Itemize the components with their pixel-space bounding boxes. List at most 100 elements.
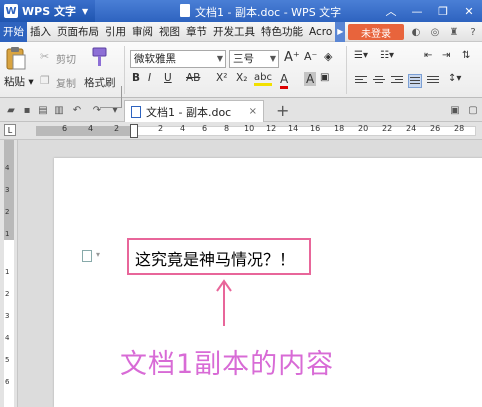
- paste-icon[interactable]: [6, 46, 26, 70]
- menu-item-developer[interactable]: 开发工具: [210, 22, 258, 42]
- close-button[interactable]: ✕: [456, 0, 482, 22]
- line-spacing-icon[interactable]: ↕▾: [448, 73, 461, 84]
- align-center-icon[interactable]: [372, 74, 386, 88]
- underline-button[interactable]: U: [164, 72, 172, 84]
- clear-format-icon[interactable]: ◈: [324, 50, 332, 63]
- wps-logo-icon: W: [4, 4, 18, 18]
- ruler-number: 6: [62, 124, 68, 133]
- align-left-icon[interactable]: [354, 74, 368, 88]
- bullet-list-icon[interactable]: ☰▾: [354, 50, 368, 61]
- chevron-down-icon[interactable]: ▾: [96, 250, 100, 259]
- strikethrough-button[interactable]: AB: [186, 72, 200, 84]
- align-right-icon[interactable]: [390, 74, 404, 88]
- tab-stop-selector[interactable]: L: [4, 124, 16, 136]
- menu-item-references[interactable]: 引用: [102, 22, 129, 42]
- ruler-number: 6: [5, 378, 10, 386]
- indent-marker[interactable]: [130, 124, 138, 138]
- shrink-font-icon[interactable]: A⁻: [304, 50, 317, 63]
- document-icon: [180, 4, 190, 17]
- print-icon[interactable]: ▤: [36, 103, 50, 117]
- menu-item-acrobat[interactable]: Acro: [306, 22, 335, 42]
- distributed-icon[interactable]: [426, 74, 440, 88]
- ribbon-toolbar: 粘贴 ▾ ✂ 剪切 ❐ 复制 格式刷 微软雅黑 ▼ 三号 ▼ A⁺ A⁻ ◈ B…: [0, 42, 482, 98]
- ruler-number: 16: [310, 124, 321, 133]
- ruler-number: 4: [180, 124, 186, 133]
- numbered-list-icon[interactable]: ☷▾: [380, 50, 394, 61]
- title-bar: W WPS 文字 ▼ 文档1 - 副本.doc - WPS 文字 ︿ — ❐ ✕: [0, 0, 482, 22]
- menu-item-review[interactable]: 审阅: [129, 22, 156, 42]
- ruler-number: 22: [382, 124, 393, 133]
- ruler-number: 3: [5, 312, 10, 320]
- cut-label[interactable]: 剪切: [56, 51, 76, 66]
- chevron-right-icon[interactable]: ▶: [335, 21, 346, 42]
- menu-item-view[interactable]: 视图: [156, 22, 183, 42]
- document-icon: [131, 105, 141, 118]
- chevron-down-icon: ▼: [216, 54, 223, 63]
- ruler-number: 18: [334, 124, 345, 133]
- decrease-indent-icon[interactable]: ⇤: [424, 50, 432, 61]
- tab-document[interactable]: 文档1 - 副本.doc ×: [124, 100, 264, 122]
- subscript-button[interactable]: X₂: [236, 72, 247, 84]
- app-menu-button[interactable]: W WPS 文字 ▼: [0, 0, 95, 22]
- ruler-number: 4: [88, 124, 94, 133]
- login-button[interactable]: 未登录: [348, 24, 404, 40]
- char-shading-button[interactable]: A: [304, 72, 317, 86]
- shirt-icon[interactable]: ♜: [447, 24, 461, 40]
- ribbon-divider: [346, 46, 347, 94]
- ruler-number: 2: [158, 124, 164, 133]
- superscript-button[interactable]: X²: [216, 72, 227, 84]
- restore-icon[interactable]: ▢: [466, 103, 480, 117]
- horizontal-ruler: L 6 4 2 2 4 6 8 10 12 14 16 18 20 22 24 …: [0, 122, 482, 140]
- open-folder-icon[interactable]: ▰: [4, 103, 18, 117]
- margin-corner-mark: [100, 86, 122, 108]
- char-border-icon[interactable]: ▣: [320, 72, 329, 83]
- undo-icon[interactable]: ↶: [70, 103, 84, 117]
- chevron-up-icon[interactable]: ︿: [378, 0, 404, 22]
- format-painter-icon[interactable]: [90, 46, 110, 68]
- menu-item-home[interactable]: 开始: [0, 21, 27, 42]
- menu-item-special[interactable]: 特色功能: [258, 22, 306, 42]
- bold-button[interactable]: B: [132, 72, 140, 84]
- minimize-button[interactable]: —: [404, 0, 430, 22]
- italic-button[interactable]: I: [148, 72, 151, 84]
- globe-icon[interactable]: ◎: [428, 24, 442, 40]
- font-name-value: 微软雅黑: [134, 53, 176, 65]
- new-tab-button[interactable]: +: [276, 101, 289, 120]
- scissors-icon[interactable]: ✂: [40, 50, 49, 63]
- tab-bar: ▰ ▪ ▤ ▥ ↶ ↷ ▾ 文档1 - 副本.doc × + ▣ ▢: [0, 98, 482, 122]
- font-size-select[interactable]: 三号 ▼: [229, 50, 279, 68]
- grow-font-icon[interactable]: A⁺: [284, 50, 300, 65]
- window-controls: ︿ — ❐ ✕: [378, 0, 482, 22]
- highlight-button[interactable]: abc: [254, 72, 272, 86]
- justify-icon[interactable]: [408, 74, 422, 88]
- font-name-select[interactable]: 微软雅黑 ▼: [130, 50, 226, 68]
- sort-icon[interactable]: ⇅: [462, 50, 470, 61]
- maximize-button[interactable]: ❐: [430, 0, 456, 22]
- font-color-button[interactable]: A: [280, 72, 289, 89]
- font-size-value: 三号: [233, 53, 254, 65]
- layout-icon[interactable]: ▣: [448, 103, 462, 117]
- ruler-number: 4: [5, 164, 10, 172]
- help-icon[interactable]: ?: [466, 24, 480, 40]
- ruler-number: 20: [358, 124, 369, 133]
- ruler-number: 4: [5, 334, 10, 342]
- ruler-number: 8: [224, 124, 230, 133]
- tab-document-label: 文档1 - 副本.doc: [146, 105, 232, 119]
- app-name: WPS 文字: [22, 5, 76, 18]
- copy-icon[interactable]: ❐: [40, 74, 50, 87]
- copy-label[interactable]: 复制: [56, 75, 76, 90]
- skin-icon[interactable]: ◐: [409, 24, 423, 40]
- save-icon[interactable]: ▪: [20, 103, 34, 117]
- menu-item-section[interactable]: 章节: [183, 22, 210, 42]
- increase-indent-icon[interactable]: ⇥: [442, 50, 450, 61]
- close-icon[interactable]: ×: [249, 106, 257, 117]
- chevron-down-icon: ▼: [269, 54, 276, 63]
- menu-right-tools: ◐ ◎ ♜ ?: [409, 24, 480, 40]
- print-preview-icon[interactable]: ▥: [52, 103, 66, 117]
- document-text[interactable]: 这究竟是神马情况？！: [135, 246, 295, 270]
- ruler-number: 2: [5, 208, 10, 216]
- paste-button[interactable]: 粘贴 ▾: [4, 74, 34, 89]
- menu-item-insert[interactable]: 插入: [27, 22, 54, 42]
- menu-item-page-layout[interactable]: 页面布局: [54, 22, 102, 42]
- paragraph-icon[interactable]: [82, 250, 92, 262]
